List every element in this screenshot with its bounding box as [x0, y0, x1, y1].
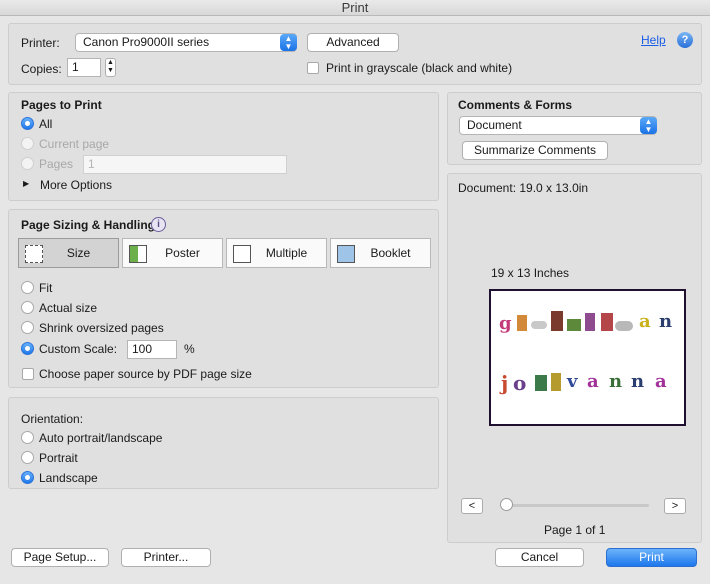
- landscape-label: Landscape: [39, 471, 98, 485]
- portrait-radio[interactable]: [21, 451, 34, 464]
- print-button[interactable]: Print: [606, 548, 697, 567]
- auto-orientation-label: Auto portrait/landscape: [39, 431, 163, 445]
- advanced-button[interactable]: Advanced: [307, 33, 399, 52]
- next-page-button[interactable]: >: [664, 498, 686, 514]
- comments-select-value: Document: [467, 118, 522, 132]
- page-sizing-title: Page Sizing & Handling: [21, 218, 156, 232]
- actual-size-radio[interactable]: [21, 301, 34, 314]
- paper-source-label: Choose paper source by PDF page size: [39, 367, 252, 381]
- comments-forms-panel: Comments & Forms Document ▲ ▼ Summarize C…: [447, 92, 702, 165]
- page-slider-track[interactable]: [505, 504, 649, 507]
- copies-label: Copies:: [21, 62, 62, 76]
- comments-forms-title: Comments & Forms: [458, 98, 573, 112]
- page-preview: g a n j o v a n n a: [489, 289, 686, 426]
- custom-scale-field[interactable]: 100: [127, 340, 177, 359]
- tab-poster-label: Poster: [165, 246, 200, 260]
- printer-select-value: Canon Pro9000II series: [83, 35, 210, 49]
- fit-radio[interactable]: [21, 281, 34, 294]
- actual-size-label: Actual size: [39, 301, 98, 315]
- preview-row-1: g a n: [499, 311, 673, 334]
- chevron-updown-icon: ▲ ▼: [640, 117, 657, 134]
- page-slider-thumb[interactable]: [500, 498, 513, 511]
- shrink-oversized-label: Shrink oversized pages: [39, 321, 164, 335]
- orientation-title: Orientation:: [21, 412, 84, 426]
- printer-label: Printer:: [21, 36, 60, 50]
- fit-label: Fit: [39, 281, 53, 295]
- tab-size[interactable]: Size: [18, 238, 119, 268]
- orientation-panel: Orientation: Auto portrait/landscape Por…: [8, 397, 439, 489]
- page-setup-button[interactable]: Page Setup...: [11, 548, 109, 567]
- summarize-comments-button[interactable]: Summarize Comments: [462, 141, 608, 160]
- percent-label: %: [184, 342, 195, 356]
- cancel-button[interactable]: Cancel: [495, 548, 584, 567]
- more-options-label[interactable]: More Options: [40, 178, 112, 192]
- tab-booklet[interactable]: Booklet: [330, 238, 431, 268]
- custom-scale-label: Custom Scale:: [39, 342, 118, 356]
- help-icon[interactable]: ?: [677, 32, 693, 48]
- printer-button[interactable]: Printer...: [121, 548, 211, 567]
- paper-source-checkbox[interactable]: [22, 368, 34, 380]
- shrink-oversized-radio[interactable]: [21, 321, 34, 334]
- tab-booklet-label: Booklet: [370, 246, 411, 260]
- disclosure-triangle-icon[interactable]: ▶: [23, 179, 29, 188]
- document-size-label: Document: 19.0 x 13.0in: [458, 181, 589, 195]
- paper-size-label: 19 x 13 Inches: [491, 266, 570, 280]
- custom-scale-radio[interactable]: [21, 342, 34, 355]
- preview-panel: Document: 19.0 x 13.0in 19 x 13 Inches g…: [447, 173, 702, 543]
- pages-range-label: Pages: [39, 157, 74, 171]
- current-page-radio[interactable]: [21, 137, 34, 150]
- help-link[interactable]: Help: [641, 33, 666, 47]
- preview-row-2: j o v a n n a: [501, 371, 667, 395]
- all-pages-radio[interactable]: [21, 117, 34, 130]
- page-indicator: Page 1 of 1: [544, 523, 606, 537]
- pages-range-radio[interactable]: [21, 157, 34, 170]
- portrait-label: Portrait: [39, 451, 78, 465]
- tab-multiple-label: Multiple: [265, 246, 308, 260]
- header-panel: Printer: Canon Pro9000II series ▲ ▼ Advan…: [8, 23, 702, 85]
- chevron-updown-icon: ▲ ▼: [280, 34, 297, 51]
- previous-page-button[interactable]: <: [461, 498, 483, 514]
- landscape-radio[interactable]: [21, 471, 34, 484]
- pages-to-print-panel: Pages to Print All Current page Pages 1 …: [8, 92, 439, 201]
- info-icon[interactable]: i: [151, 217, 166, 232]
- pages-range-field[interactable]: 1: [83, 155, 287, 174]
- page-sizing-panel: Page Sizing & Handling i Size Poster Mul…: [8, 209, 439, 388]
- current-page-label: Current page: [39, 137, 110, 151]
- comments-select[interactable]: Document ▲ ▼: [459, 116, 657, 135]
- auto-orientation-radio[interactable]: [21, 431, 34, 444]
- window-title: Print: [0, 0, 710, 16]
- copies-field[interactable]: 1: [67, 58, 101, 77]
- tab-poster[interactable]: Poster: [122, 238, 223, 268]
- printer-select[interactable]: Canon Pro9000II series ▲ ▼: [75, 33, 297, 52]
- grayscale-checkbox[interactable]: [307, 62, 319, 74]
- copies-stepper[interactable]: ▲ ▼: [105, 58, 116, 77]
- tab-size-label: Size: [66, 246, 91, 260]
- tab-multiple[interactable]: Multiple: [226, 238, 327, 268]
- pages-to-print-title: Pages to Print: [21, 98, 102, 112]
- grayscale-label: Print in grayscale (black and white): [326, 61, 513, 75]
- all-pages-label: All: [39, 117, 53, 131]
